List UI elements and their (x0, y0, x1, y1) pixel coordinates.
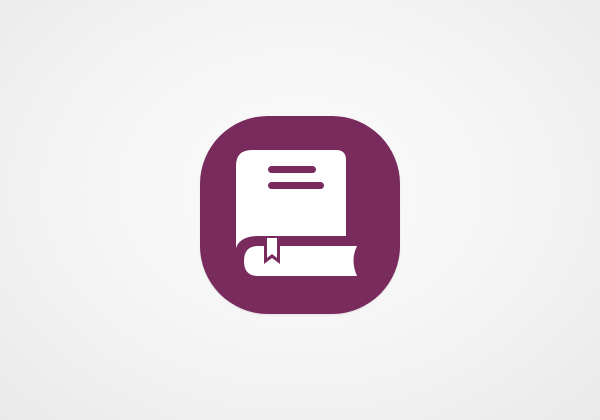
book-pages (244, 246, 357, 276)
cover-line-2 (268, 182, 324, 189)
desktop-background (0, 0, 600, 420)
book-icon (236, 150, 357, 276)
book-cover (236, 150, 346, 248)
book-app-icon[interactable] (200, 116, 400, 314)
cover-line-1 (268, 166, 316, 173)
